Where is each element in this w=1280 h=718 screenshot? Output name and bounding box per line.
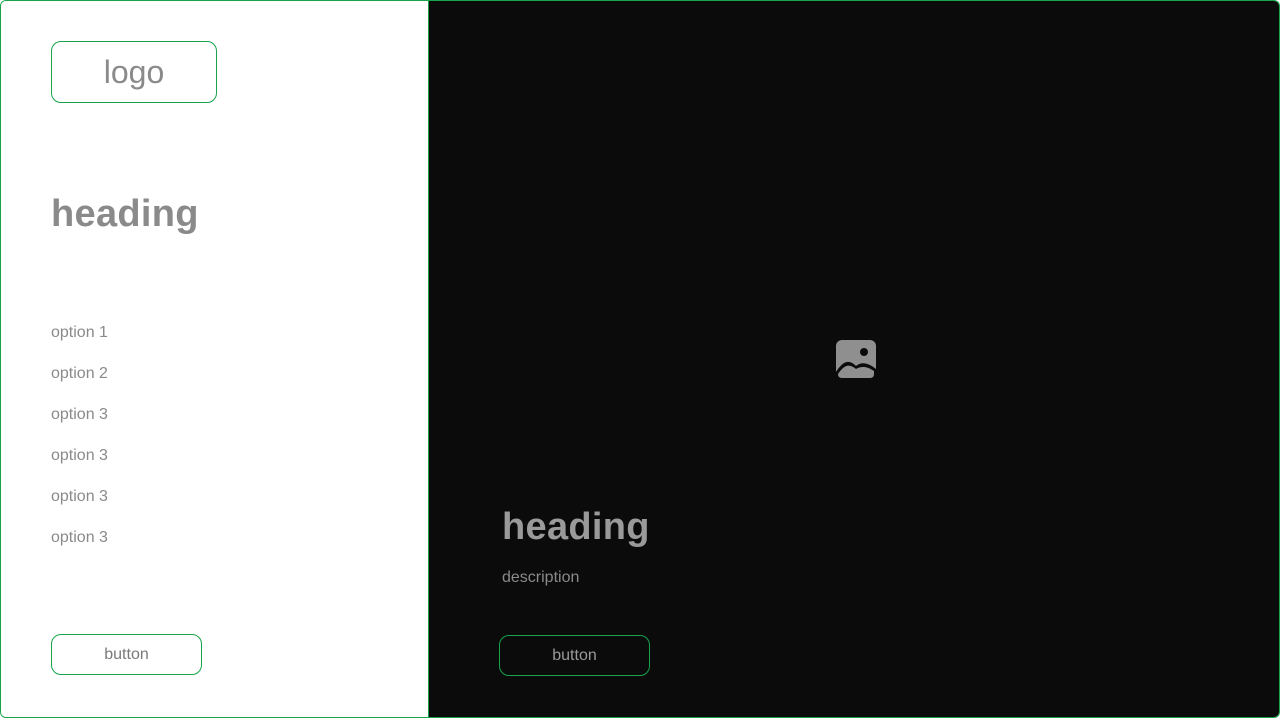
sidebar-heading: heading (51, 193, 199, 235)
options-list: option 1 option 2 option 3 option 3 opti… (51, 323, 108, 569)
option-item[interactable]: option 3 (51, 528, 108, 569)
option-item[interactable]: option 3 (51, 405, 108, 446)
logo[interactable]: logo (51, 41, 217, 103)
app-frame: logo heading option 1 option 2 option 3 … (0, 0, 1280, 718)
image-icon (836, 340, 876, 380)
hero-button[interactable]: button (499, 635, 650, 676)
option-item[interactable]: option 1 (51, 323, 108, 364)
option-item[interactable]: option 3 (51, 446, 108, 487)
hero-heading: heading (502, 506, 650, 548)
hero-description: description (502, 569, 580, 586)
hero-panel: heading description button (428, 1, 1279, 717)
option-item[interactable]: option 3 (51, 487, 108, 528)
option-item[interactable]: option 2 (51, 364, 108, 405)
sidebar-panel: logo heading option 1 option 2 option 3 … (1, 1, 428, 717)
sidebar-button[interactable]: button (51, 634, 202, 675)
